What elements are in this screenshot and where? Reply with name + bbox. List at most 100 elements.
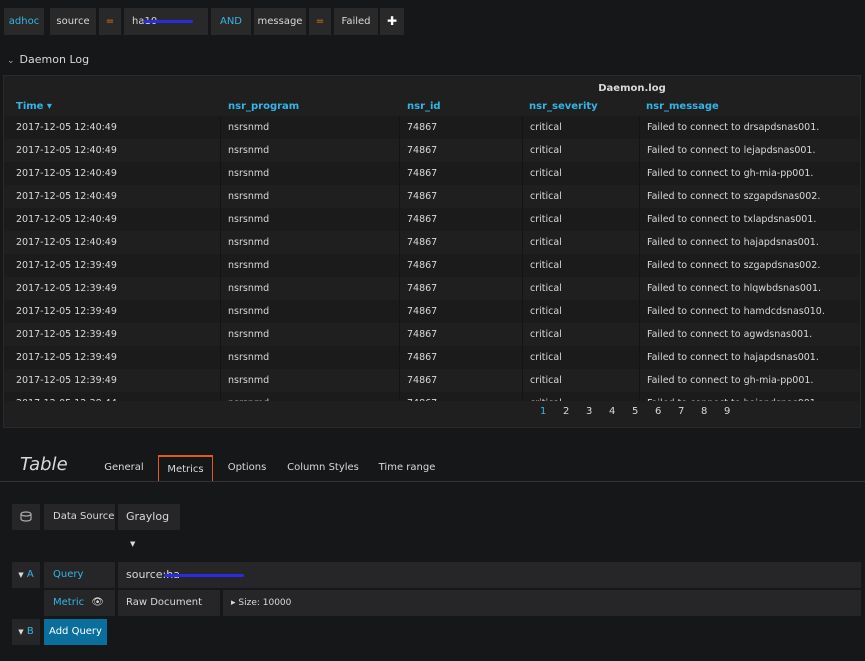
column-separator — [399, 139, 400, 162]
table-row[interactable]: 2017-12-05 12:40:49 nsrsnmd 74867 critical F… — [4, 208, 860, 231]
column-header-id[interactable]: nsr_id — [407, 101, 441, 112]
table-row[interactable]: 2017-12-05 12:39:49 nsrsnmd 74867 critical F… — [4, 254, 860, 277]
page-link[interactable]: 9 — [724, 406, 730, 417]
cell-id: 74867 — [407, 375, 438, 386]
pagination: 1 2 3 4 5 6 7 8 9 — [4, 406, 860, 420]
caret-down-icon: ▼ — [18, 628, 24, 636]
table-row[interactable]: 2017-12-05 12:40:49 nsrsnmd 74867 critical F… — [4, 231, 860, 254]
cell-message: Failed to connect to lejapdsnas001. — [647, 145, 816, 156]
column-separator — [399, 369, 400, 392]
filter-value-message[interactable]: Failed — [334, 8, 378, 35]
metric-size-setting[interactable]: ▸ Size: 10000 — [223, 590, 861, 616]
column-separator — [399, 185, 400, 208]
filter-key-message[interactable]: message — [254, 8, 306, 35]
table-row[interactable]: 2017-12-05 12:40:49 nsrsnmd 74867 critical F… — [4, 162, 860, 185]
cell-time: 2017-12-05 12:38:44 — [16, 398, 117, 401]
filter-operator-1[interactable]: = — [99, 8, 121, 35]
column-separator — [639, 116, 640, 139]
cell-program: nsrsnmd — [228, 398, 269, 401]
column-separator — [399, 277, 400, 300]
cell-program: nsrsnmd — [228, 375, 270, 386]
tab-metrics[interactable]: Metrics — [158, 455, 213, 482]
page-link[interactable]: 3 — [586, 406, 592, 417]
row-title: Daemon Log — [19, 53, 90, 66]
column-separator — [220, 162, 221, 185]
cell-id: 74867 — [407, 237, 438, 248]
cell-id: 74867 — [407, 191, 438, 202]
table-row[interactable]: 2017-12-05 12:39:49 nsrsnmd 74867 critical F… — [4, 369, 860, 392]
column-separator — [639, 162, 640, 185]
cell-id: 74867 — [407, 122, 438, 133]
page-link[interactable]: 2 — [563, 406, 569, 417]
page-link[interactable]: 6 — [655, 406, 661, 417]
cell-id: 74867 — [407, 145, 438, 156]
cell-id: 74867 — [407, 306, 438, 317]
add-query-button[interactable]: Add Query — [44, 619, 107, 645]
column-separator — [399, 323, 400, 346]
column-separator — [522, 369, 523, 392]
redaction-mark — [164, 574, 244, 577]
column-separator — [639, 139, 640, 162]
query-b-toggle[interactable]: ▼ B — [12, 619, 40, 645]
cell-program: nsrsnmd — [228, 168, 270, 179]
metric-type-select[interactable]: Raw Document — [118, 590, 220, 616]
table-row[interactable]: 2017-12-05 12:39:49 nsrsnmd 74867 critical F… — [4, 300, 860, 323]
page-link[interactable]: 1 — [540, 406, 546, 417]
query-a-toggle[interactable]: ▼ A — [12, 562, 40, 588]
column-header-message[interactable]: nsr_message — [646, 101, 719, 112]
metric-label: Metric — [53, 597, 85, 608]
page-link[interactable]: 7 — [678, 406, 684, 417]
eye-icon[interactable]: 👁 — [91, 597, 104, 608]
column-separator — [220, 346, 221, 369]
column-separator — [522, 139, 523, 162]
filter-conjunction[interactable]: AND — [211, 8, 251, 35]
tab-general[interactable]: General — [97, 455, 151, 480]
tab-time-range[interactable]: Time range — [372, 455, 442, 480]
row-header[interactable]: ⌄ Daemon Log — [7, 53, 89, 66]
column-separator — [220, 231, 221, 254]
query-letter: A — [26, 569, 34, 580]
page-link[interactable]: 8 — [701, 406, 707, 417]
table-row[interactable]: 2017-12-05 12:39:49 nsrsnmd 74867 critical F… — [4, 277, 860, 300]
add-filter-button[interactable]: ✚ — [380, 8, 404, 35]
cell-severity: critical — [530, 122, 562, 133]
caret-down-icon: ▼ — [130, 540, 136, 548]
table-row[interactable]: 2017-12-05 12:40:49 nsrsnmd 74867 critical F… — [4, 116, 860, 139]
redaction-mark — [143, 20, 193, 23]
table-row[interactable]: 2017-12-05 12:38:44 nsrsnmd 74867 critical F… — [4, 392, 860, 401]
column-separator — [220, 300, 221, 323]
cell-id: 74867 — [407, 214, 438, 225]
cell-time: 2017-12-05 12:39:49 — [16, 260, 117, 271]
cell-id: 74867 — [407, 329, 438, 340]
table-row[interactable]: 2017-12-05 12:39:49 nsrsnmd 74867 critical F… — [4, 346, 860, 369]
column-separator — [220, 254, 221, 277]
datasource-select[interactable]: Graylog ▼ — [118, 504, 180, 548]
page-link[interactable]: 5 — [632, 406, 638, 417]
table-row[interactable]: 2017-12-05 12:40:49 nsrsnmd 74867 critical F… — [4, 139, 860, 162]
datasource-chip[interactable]: adhoc — [4, 8, 44, 35]
column-header-program[interactable]: nsr_program — [228, 101, 299, 112]
cell-severity: critical — [530, 191, 562, 202]
tab-options[interactable]: Options — [220, 455, 274, 480]
filter-operator-2[interactable]: = — [309, 8, 331, 35]
cell-time: 2017-12-05 12:40:49 — [16, 191, 117, 202]
cell-message: Failed to connect to hajapdsnas001. — [647, 398, 819, 401]
column-header-time[interactable]: Time ▾ — [16, 101, 52, 112]
tab-column-styles[interactable]: Column Styles — [282, 455, 364, 480]
column-separator — [220, 116, 221, 139]
table-row[interactable]: 2017-12-05 12:40:49 nsrsnmd 74867 critical F… — [4, 185, 860, 208]
cell-time: 2017-12-05 12:39:49 — [16, 352, 117, 363]
page-link[interactable]: 4 — [609, 406, 615, 417]
column-header-severity[interactable]: nsr_severity — [529, 101, 598, 112]
column-separator — [522, 277, 523, 300]
column-separator — [220, 369, 221, 392]
filter-key-source[interactable]: source — [50, 8, 96, 35]
cell-program: nsrsnmd — [228, 122, 270, 133]
column-separator — [522, 346, 523, 369]
cell-message: Failed to connect to txlapdsnas001. — [647, 214, 817, 225]
panel-title[interactable]: Daemon.log — [4, 83, 860, 94]
cell-time: 2017-12-05 12:40:49 — [16, 122, 117, 133]
cell-time: 2017-12-05 12:39:49 — [16, 283, 117, 294]
table-row[interactable]: 2017-12-05 12:39:49 nsrsnmd 74867 critical F… — [4, 323, 860, 346]
column-separator — [522, 300, 523, 323]
